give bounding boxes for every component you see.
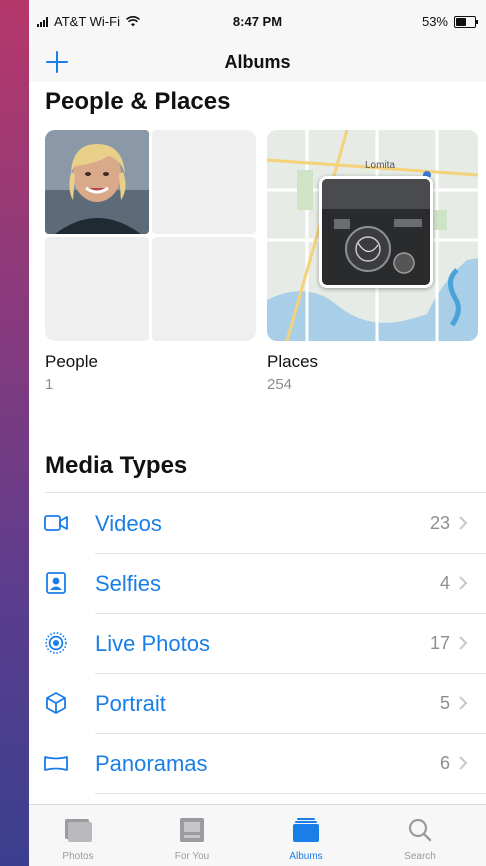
status-bar: AT&T Wi-Fi 8:47 PM 53% xyxy=(29,0,486,44)
place-photo-thumbnail xyxy=(319,176,433,288)
status-time: 8:47 PM xyxy=(232,14,283,29)
media-row-selfies[interactable]: Selfies 4 xyxy=(29,553,486,613)
media-row-label: Portrait xyxy=(95,691,166,716)
car-interior-image xyxy=(322,179,430,285)
status-right: 53% xyxy=(421,14,478,29)
tab-label: Photos xyxy=(62,851,94,862)
chevron-right-icon xyxy=(459,576,468,590)
tab-label: Albums xyxy=(289,851,323,862)
person-face-image xyxy=(45,130,149,234)
chevron-right-icon xyxy=(459,756,468,770)
plus-icon xyxy=(46,51,68,73)
panorama-icon xyxy=(44,756,68,771)
video-camera-icon xyxy=(44,515,68,531)
photos-icon xyxy=(65,819,92,842)
empty-tile xyxy=(152,237,256,341)
battery-icon xyxy=(454,15,478,28)
media-row-count: 5 xyxy=(439,693,450,713)
albums-content: People & Places People 1 Lomita Places 2… xyxy=(29,82,486,804)
tab-bar: Photos For You Albums Search xyxy=(29,804,486,866)
media-row-portrait[interactable]: Portrait 5 xyxy=(29,673,486,733)
media-row-count: 4 xyxy=(439,573,450,593)
media-row-count: 17 xyxy=(429,633,450,653)
people-album[interactable] xyxy=(45,130,256,341)
media-types-title: Media Types xyxy=(45,452,188,479)
chevron-right-icon xyxy=(459,696,468,710)
media-row-panoramas[interactable]: Panoramas 6 xyxy=(29,733,486,793)
media-row-label: Selfies xyxy=(95,571,162,596)
media-row-label: Panoramas xyxy=(95,751,208,776)
media-row-label: Live Photos xyxy=(95,631,210,656)
places-count: 254 xyxy=(267,376,293,393)
media-row-count: 23 xyxy=(429,513,450,533)
navigation-bar: Albums xyxy=(29,44,486,83)
chevron-right-icon xyxy=(459,516,468,530)
places-label: Places xyxy=(267,352,319,371)
map-place-label: Lomita xyxy=(365,160,395,171)
page-title: Albums xyxy=(224,52,291,72)
people-count: 1 xyxy=(45,376,54,393)
media-row-videos[interactable]: Videos 23 xyxy=(29,493,486,553)
tab-for-you[interactable]: For You xyxy=(147,805,237,866)
tab-albums[interactable]: Albums xyxy=(261,805,351,866)
media-row-live-photos[interactable]: Live Photos 17 xyxy=(29,613,486,673)
for-you-icon xyxy=(180,818,204,842)
search-icon xyxy=(408,818,432,842)
media-row-label: Videos xyxy=(95,511,162,536)
empty-tile xyxy=(45,237,149,341)
row-divider xyxy=(95,793,486,794)
tab-photos[interactable]: Photos xyxy=(33,805,123,866)
phone-screen: AT&T Wi-Fi 8:47 PM 53% Albums People & P… xyxy=(29,0,486,866)
media-row-count: 6 xyxy=(439,753,450,773)
person-thumbnail xyxy=(45,130,149,234)
places-album[interactable]: Lomita xyxy=(267,130,478,341)
tab-label: For You xyxy=(174,851,210,862)
selfie-portrait-icon xyxy=(46,572,66,594)
cube-icon xyxy=(46,692,66,714)
albums-icon xyxy=(293,818,319,842)
tab-label: Search xyxy=(404,851,436,862)
people-places-title: People & Places xyxy=(45,88,231,115)
chevron-right-icon xyxy=(459,636,468,650)
add-album-button[interactable] xyxy=(41,46,73,78)
tab-search[interactable]: Search xyxy=(375,805,465,866)
live-photo-icon xyxy=(45,632,67,654)
people-label: People xyxy=(45,352,98,371)
battery-percent: 53% xyxy=(421,14,448,29)
empty-tile xyxy=(152,130,256,234)
